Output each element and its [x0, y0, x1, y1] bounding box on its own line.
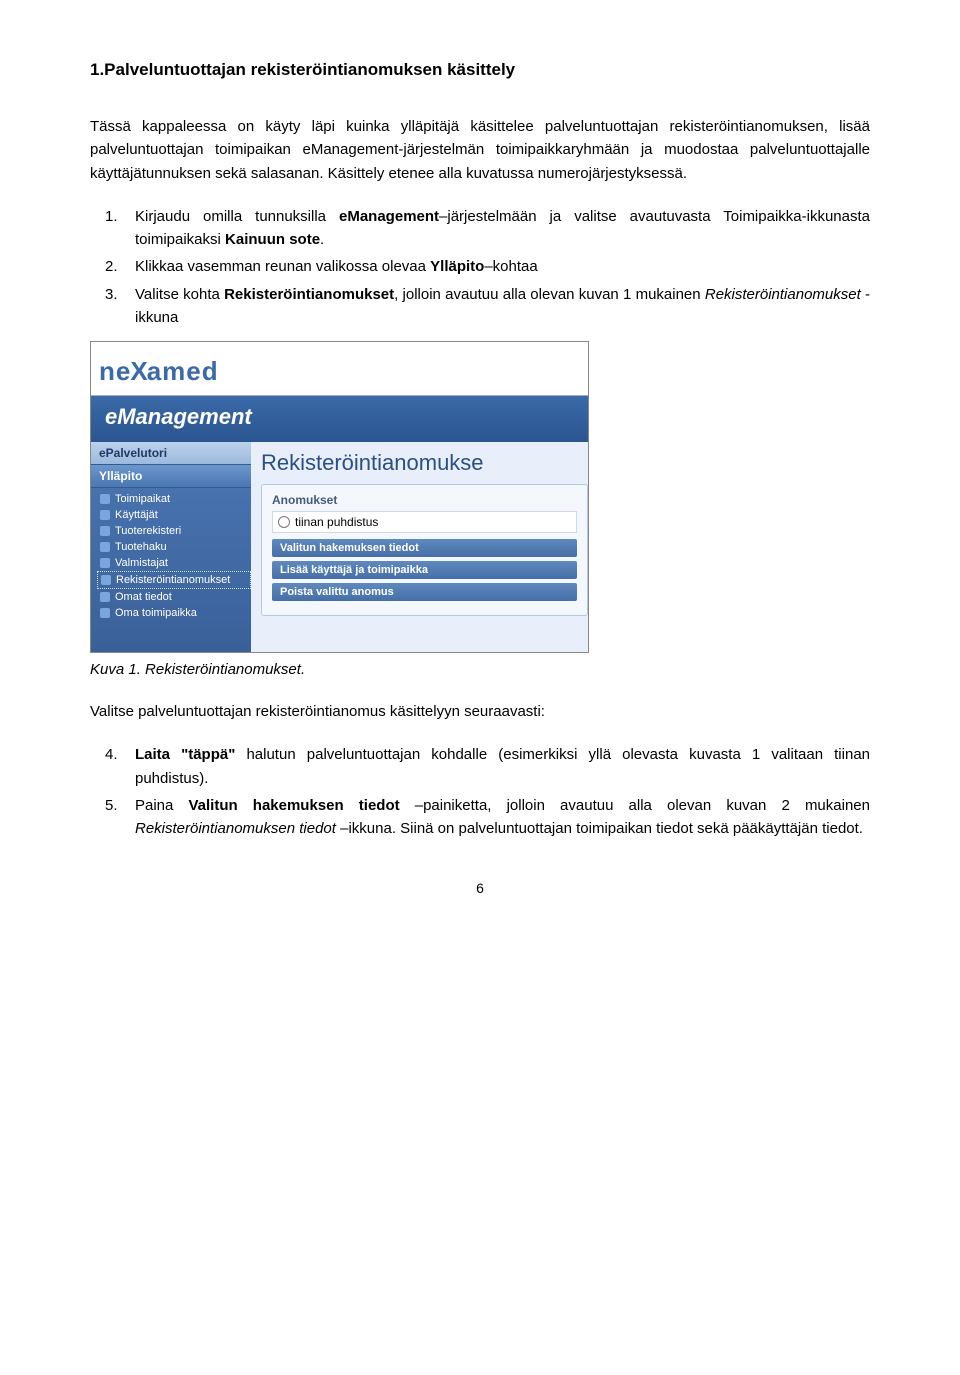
logo-bar: neXamed — [91, 342, 588, 396]
app-body: ePalvelutori Ylläpito Toimipaikat Käyttä… — [91, 442, 588, 652]
sidebar-item-oma-toimipaikka[interactable]: Oma toimipaikka — [97, 605, 251, 621]
emanagement-bar: eManagement — [91, 396, 588, 442]
sidebar-item-label: Toimipaikat — [115, 493, 170, 505]
li-bold: Valitun hakemuksen tiedot — [188, 797, 399, 814]
nexamed-logo: neXamed — [99, 356, 580, 387]
sidebar-item-tuotehaku[interactable]: Tuotehaku — [97, 539, 251, 555]
sidebar: ePalvelutori Ylläpito Toimipaikat Käyttä… — [91, 442, 251, 652]
lisaa-kayttaja-button[interactable]: Lisää käyttäjä ja toimipaikka — [272, 561, 577, 579]
li-text: halutun palveluntuottajan kohdalle (esim… — [135, 746, 870, 786]
logo-x-icon: X — [130, 356, 147, 387]
logo-text-pre: ne — [99, 356, 131, 387]
bullet-icon — [100, 542, 110, 552]
bullet-icon — [100, 510, 110, 520]
li-text: Kirjaudu omilla tunnuksilla — [135, 208, 339, 225]
list-num: 5. — [105, 794, 118, 817]
bullet-icon — [100, 526, 110, 536]
list-num: 4. — [105, 743, 118, 766]
figure-caption: Kuva 1. Rekisteröintianomukset. — [90, 661, 870, 678]
bullet-icon — [100, 592, 110, 602]
sidebar-list: Toimipaikat Käyttäjät Tuoterekisteri Tuo… — [91, 491, 251, 621]
list-item: 2. Klikkaa vasemman reunan valikossa ole… — [115, 255, 870, 278]
after-figure-paragraph: Valitse palveluntuottajan rekisteröintia… — [90, 700, 870, 723]
sidebar-item-tuoterekisteri[interactable]: Tuoterekisteri — [97, 523, 251, 539]
sidebar-item-label: Valmistajat — [115, 557, 168, 569]
sidebar-item-kayttajat[interactable]: Käyttäjät — [97, 507, 251, 523]
list-num: 1. — [105, 205, 118, 228]
sidebar-item-label: Oma toimipaikka — [115, 607, 197, 619]
li-bold: Kainuun sote — [225, 231, 320, 248]
radio-icon — [278, 516, 290, 528]
li-bold: Laita "täppä" — [135, 746, 235, 763]
sidebar-item-valmistajat[interactable]: Valmistajat — [97, 555, 251, 571]
sidebar-item-label: Tuotehaku — [115, 541, 167, 553]
section-heading: 1.Palveluntuottajan rekisteröintianomuks… — [90, 60, 870, 80]
radio-label: tiinan puhdistus — [295, 515, 378, 529]
sidebar-item-toimipaikat[interactable]: Toimipaikat — [97, 491, 251, 507]
ordered-list-1: 1. Kirjaudu omilla tunnuksilla eManageme… — [90, 205, 870, 329]
list-item: 5. Paina Valitun hakemuksen tiedot –pain… — [115, 794, 870, 841]
li-bold: Ylläpito — [430, 258, 484, 275]
page-number: 6 — [90, 880, 870, 896]
card-heading: Anomukset — [272, 493, 577, 507]
li-italic: Rekisteröintianomuksen tiedot — [135, 820, 336, 837]
sidebar-item-label: Käyttäjät — [115, 509, 158, 521]
sidebar-item-label: Tuoterekisteri — [115, 525, 181, 537]
li-bold: eManagement — [339, 208, 439, 225]
list-item: 3. Valitse kohta Rekisteröintianomukset,… — [115, 283, 870, 330]
sidebar-section-epalvelutori[interactable]: ePalvelutori — [91, 442, 251, 465]
content-pane: Rekisteröintianomukse Anomukset tiinan p… — [251, 442, 588, 652]
list-num: 2. — [105, 255, 118, 278]
list-num: 3. — [105, 283, 118, 306]
list-item: 1. Kirjaudu omilla tunnuksilla eManageme… — [115, 205, 870, 252]
sidebar-section-yllapito[interactable]: Ylläpito — [91, 465, 251, 488]
li-text: –painiketta, jolloin avautuu alla olevan… — [400, 797, 870, 814]
intro-paragraph: Tässä kappaleessa on käyty läpi kuinka y… — [90, 115, 870, 185]
li-text: –ikkuna. Siinä on palveluntuottajan toim… — [336, 820, 863, 837]
anomus-radio-row[interactable]: tiinan puhdistus — [272, 511, 577, 533]
li-text: , jolloin avautuu alla olevan kuvan 1 mu… — [394, 286, 705, 303]
li-text: Klikkaa vasemman reunan valikossa olevaa — [135, 258, 430, 275]
li-text: . — [320, 231, 324, 248]
app-screenshot: neXamed eManagement ePalvelutori Ylläpit… — [90, 341, 589, 653]
content-title: Rekisteröintianomukse — [251, 448, 588, 476]
bullet-icon — [100, 494, 110, 504]
poista-anomus-button[interactable]: Poista valittu anomus — [272, 583, 577, 601]
li-text: –kohtaa — [484, 258, 537, 275]
bullet-icon — [100, 608, 110, 618]
anomukset-card: Anomukset tiinan puhdistus Valitun hakem… — [261, 484, 588, 616]
valitun-hakemuksen-tiedot-button[interactable]: Valitun hakemuksen tiedot — [272, 539, 577, 557]
bullet-icon — [101, 575, 111, 585]
logo-text-post: amed — [147, 356, 219, 387]
li-italic: Rekisteröintianomukset — [705, 286, 861, 303]
sidebar-item-label: Omat tiedot — [115, 591, 172, 603]
li-text: Paina — [135, 797, 188, 814]
figure: neXamed eManagement ePalvelutori Ylläpit… — [90, 341, 870, 653]
ordered-list-2: 4. Laita "täppä" halutun palveluntuottaj… — [90, 743, 870, 840]
li-bold: Rekisteröintianomukset — [224, 286, 394, 303]
list-item: 4. Laita "täppä" halutun palveluntuottaj… — [115, 743, 870, 790]
li-text: Valitse kohta — [135, 286, 224, 303]
sidebar-item-label: Rekisteröintianomukset — [116, 574, 230, 586]
sidebar-item-omat-tiedot[interactable]: Omat tiedot — [97, 589, 251, 605]
sidebar-item-rekisterointianomukset[interactable]: Rekisteröintianomukset — [97, 571, 251, 589]
bullet-icon — [100, 558, 110, 568]
